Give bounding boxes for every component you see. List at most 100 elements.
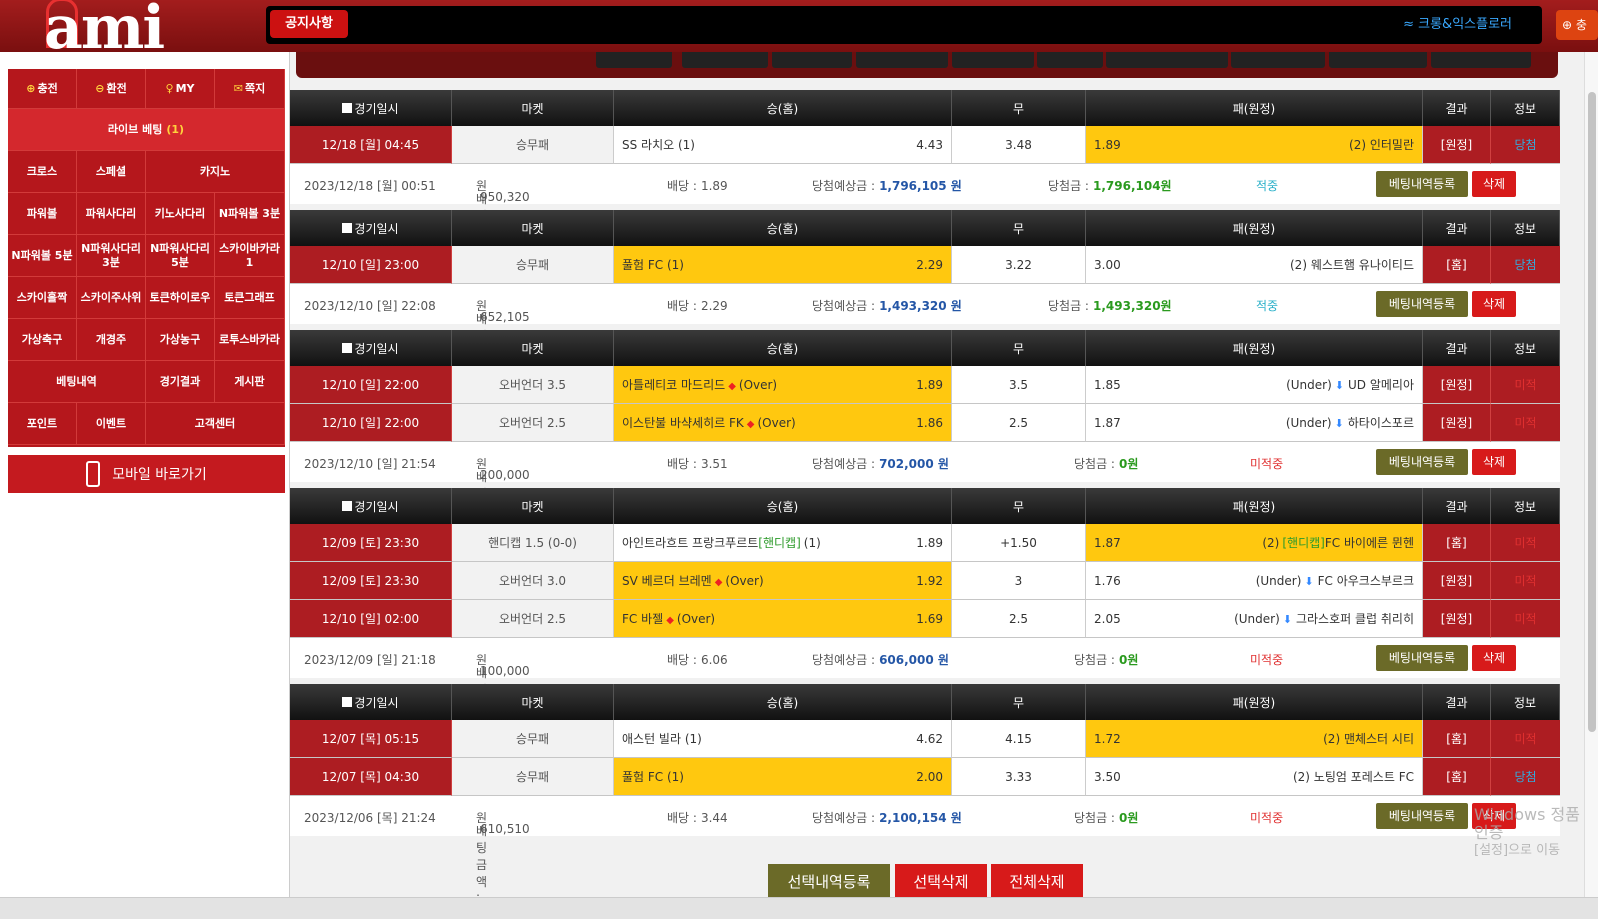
home-pick-cell[interactable]: 애스턴 빌라 (1) 4.62 [614, 720, 952, 758]
match-info[interactable]: 당첨 [1491, 126, 1560, 164]
select-checkbox[interactable] [342, 103, 353, 113]
home-pick-cell[interactable]: FC 바젤 ◆ (Over) 1.69 [614, 600, 952, 638]
game-tab-0[interactable] [596, 52, 672, 68]
game-tab-9[interactable] [1431, 52, 1531, 68]
home-pick-cell[interactable]: SS 라치오 (1) 4.43 [614, 126, 952, 164]
sidebar-link-3[interactable]: ✉ 쪽지 [215, 69, 285, 109]
match-info[interactable]: 미적 [1491, 600, 1560, 638]
site-logo[interactable]: ami [44, 0, 165, 60]
register-bet-button[interactable]: 베팅내역등록 [1376, 291, 1468, 317]
sidebar-item-4-2[interactable]: 가상농구 [146, 319, 215, 361]
draw-odds[interactable]: 3 [952, 562, 1086, 600]
draw-odds[interactable]: 3.33 [952, 758, 1086, 796]
sidebar-link-2[interactable]: ♀ MY [146, 69, 215, 109]
sidebar-link-0[interactable]: ⊕ 충전 [8, 69, 77, 109]
delete-bet-button[interactable]: 삭제 [1472, 449, 1516, 475]
vertical-scrollbar[interactable] [1584, 52, 1598, 897]
delete-bet-button[interactable]: 삭제 [1472, 291, 1516, 317]
away-pick-cell[interactable]: 2.05 (Under) ⬇ 그라스호퍼 클럽 취리히 [1086, 600, 1423, 638]
sidebar-item-4-3[interactable]: 로투스바카라 [215, 319, 285, 361]
away-pick-cell[interactable]: 1.76 (Under) ⬇ FC 아우크스부르크 [1086, 562, 1423, 600]
sidebar-item-0-0[interactable]: 크로스 [8, 151, 77, 193]
draw-odds[interactable]: +1.50 [952, 524, 1086, 562]
game-tab-3[interactable] [856, 52, 948, 68]
select-checkbox[interactable] [342, 501, 353, 511]
select-checkbox[interactable] [342, 697, 353, 707]
charge-top-button[interactable]: ⊕ 충 [1556, 10, 1598, 40]
sidebar-item-3-0[interactable]: 스카이홀짝 [8, 277, 77, 319]
delete-bet-button[interactable]: 삭제 [1472, 645, 1516, 671]
sidebar-item-2-0[interactable]: N파워볼 5분 [8, 235, 77, 277]
match-info[interactable]: 미적 [1491, 524, 1560, 562]
home-pick-cell[interactable]: SV 베르더 브레멘 ◆ (Over) 1.92 [614, 562, 952, 600]
delete-bet-button[interactable]: 삭제 [1472, 171, 1516, 197]
match-info[interactable]: 미적 [1491, 404, 1560, 442]
draw-odds[interactable]: 4.15 [952, 720, 1086, 758]
draw-odds[interactable]: 2.5 [952, 404, 1086, 442]
register-bet-button[interactable]: 베팅내역등록 [1376, 171, 1468, 197]
sidebar-item-2-1[interactable]: N파워사다리 3분 [77, 235, 146, 277]
game-tab-2[interactable] [772, 52, 852, 68]
live-betting-button[interactable]: 라이브 베팅 (1) [8, 109, 285, 151]
register-selected-button[interactable]: 선택내역등록 [768, 864, 890, 900]
sidebar-item-1-0[interactable]: 파워볼 [8, 193, 77, 235]
sidebar-item-3-3[interactable]: 토큰그래프 [215, 277, 285, 319]
sidebar-item-1-2[interactable]: 키노사다리 [146, 193, 215, 235]
home-pick-cell[interactable]: 아인트라흐트 프랑크푸르트[핸디캡] (1) 1.89 [614, 524, 952, 562]
away-pick-cell[interactable]: 1.85 (Under) ⬇ UD 알메리아 [1086, 366, 1423, 404]
draw-odds[interactable]: 3.5 [952, 366, 1086, 404]
away-pick-cell[interactable]: 1.72 (2) 맨체스터 시티 [1086, 720, 1423, 758]
sidebar-item-0-1[interactable]: 스페셜 [77, 151, 146, 193]
game-tab-6[interactable] [1106, 52, 1228, 68]
horizontal-scrollbar[interactable] [0, 897, 1598, 919]
match-info[interactable]: 당첨 [1491, 758, 1560, 796]
register-bet-button[interactable]: 베팅내역등록 [1376, 645, 1468, 671]
register-bet-button[interactable]: 베팅내역등록 [1376, 449, 1468, 475]
away-pick-cell[interactable]: 3.00 (2) 웨스트햄 유나이티드 [1086, 246, 1423, 284]
sidebar-item-5-2[interactable]: 게시판 [215, 361, 285, 403]
sidebar-item-5-0[interactable]: 베팅내역 [8, 361, 146, 403]
home-pick-cell[interactable]: 이스탄불 바샥세히르 FK ◆ (Over) 1.86 [614, 404, 952, 442]
sidebar-item-3-2[interactable]: 토큰하이로우 [146, 277, 215, 319]
register-bet-button[interactable]: 베팅내역등록 [1376, 803, 1468, 829]
mobile-shortcut-button[interactable]: 모바일 바로가기 [8, 455, 285, 493]
home-pick-cell[interactable]: 아틀레티코 마드리드 ◆ (Over) 1.89 [614, 366, 952, 404]
sidebar-item-4-1[interactable]: 개경주 [77, 319, 146, 361]
draw-odds[interactable]: 2.5 [952, 600, 1086, 638]
select-checkbox[interactable] [342, 343, 353, 353]
delete-selected-button[interactable]: 선택삭제 [895, 864, 987, 900]
sidebar-item-1-3[interactable]: N파워볼 3분 [215, 193, 285, 235]
sidebar-item-4-0[interactable]: 가상축구 [8, 319, 77, 361]
home-pick-cell[interactable]: 풀험 FC (1) 2.00 [614, 758, 952, 796]
sidebar-item-6-2[interactable]: 고객센터 [146, 403, 285, 445]
away-pick-cell[interactable]: 1.87 (2) [핸디캡]FC 바이에른 뮌헨 [1086, 524, 1423, 562]
draw-odds[interactable]: 3.22 [952, 246, 1086, 284]
game-tab-7[interactable] [1231, 52, 1325, 68]
sidebar-item-2-3[interactable]: 스카이바카라 1 [215, 235, 285, 277]
notice-button[interactable]: 공지사항 [270, 10, 348, 38]
match-info[interactable]: 미적 [1491, 562, 1560, 600]
sidebar-item-2-2[interactable]: N파워사다리 5분 [146, 235, 215, 277]
sidebar-link-1[interactable]: ⊖ 환전 [77, 69, 146, 109]
sidebar-item-6-1[interactable]: 이벤트 [77, 403, 146, 445]
sidebar-item-1-1[interactable]: 파워사다리 [77, 193, 146, 235]
away-pick-cell[interactable]: 3.50 (2) 노팅엄 포레스트 FC [1086, 758, 1423, 796]
draw-odds[interactable]: 3.48 [952, 126, 1086, 164]
sidebar-item-3-1[interactable]: 스카이주사위 [77, 277, 146, 319]
match-info[interactable]: 당첨 [1491, 246, 1560, 284]
game-tab-1[interactable] [682, 52, 768, 68]
match-info[interactable]: 미적 [1491, 720, 1560, 758]
away-pick-cell[interactable]: 1.89 (2) 인터밀란 [1086, 126, 1423, 164]
home-pick-cell[interactable]: 풀험 FC (1) 2.29 [614, 246, 952, 284]
sidebar-item-5-1[interactable]: 경기결과 [146, 361, 215, 403]
select-checkbox[interactable] [342, 223, 353, 233]
delete-all-button[interactable]: 전체삭제 [991, 864, 1083, 900]
sidebar-item-6-0[interactable]: 포인트 [8, 403, 77, 445]
match-info[interactable]: 미적 [1491, 366, 1560, 404]
scrollbar-thumb[interactable] [1588, 92, 1596, 732]
game-tab-8[interactable] [1329, 52, 1427, 68]
sidebar-item-0-2[interactable]: 카지노 [146, 151, 285, 193]
game-tab-4[interactable] [952, 52, 1034, 68]
game-tab-5[interactable] [1037, 52, 1103, 68]
away-pick-cell[interactable]: 1.87 (Under) ⬇ 하타이스포르 [1086, 404, 1423, 442]
